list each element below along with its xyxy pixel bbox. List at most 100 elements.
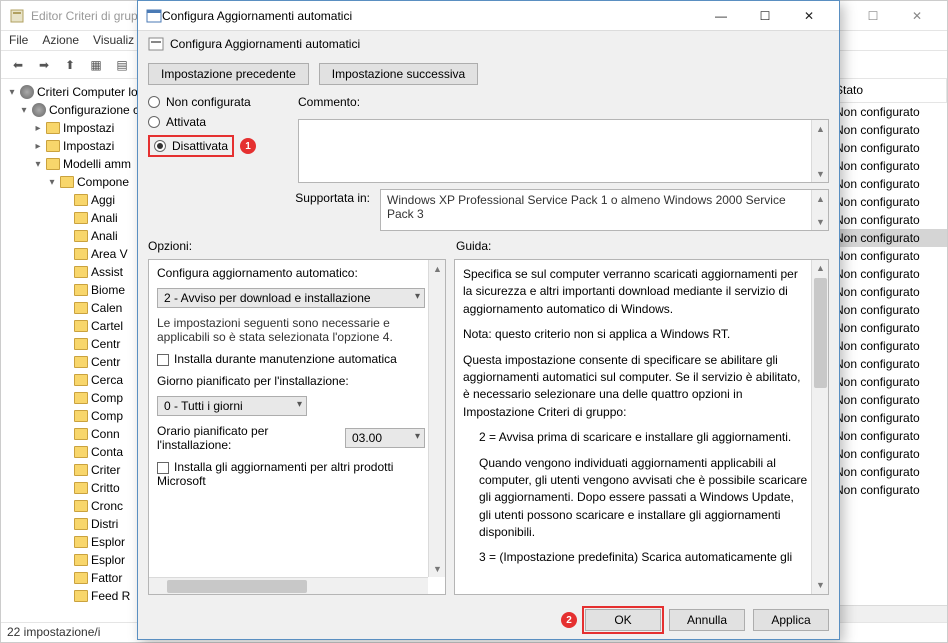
state-cell[interactable]: Non configurato: [827, 175, 947, 193]
folder-icon: [74, 320, 88, 332]
tree-config-label: Configurazione c: [49, 103, 139, 117]
state-cell[interactable]: Non configurato: [827, 319, 947, 337]
tree-leaf-label: Criter: [91, 463, 120, 477]
tree-leaf-label: Cerca: [91, 373, 123, 387]
menu-view[interactable]: Visualiz: [93, 33, 134, 48]
folder-icon: [74, 518, 88, 530]
state-cell[interactable]: Non configurato: [827, 409, 947, 427]
col-state[interactable]: Stato: [827, 79, 947, 102]
state-cell[interactable]: Non configurato: [827, 373, 947, 391]
radio-label: Disattivata: [172, 139, 228, 153]
state-cell[interactable]: Non configurato: [827, 337, 947, 355]
options-hscroll[interactable]: [149, 577, 428, 594]
radio-label: Non configurata: [166, 95, 251, 109]
state-cell[interactable]: Non configurato: [827, 247, 947, 265]
scroll-down-icon[interactable]: ▼: [812, 165, 829, 182]
tree-leaf-label: Anali: [91, 229, 118, 243]
comment-textarea[interactable]: ▲▼: [298, 119, 829, 183]
checkbox-label: Installa durante manutenzione automatica: [174, 352, 397, 366]
scroll-up-icon[interactable]: ▲: [812, 190, 829, 207]
tree-root-label: Criteri Computer loc: [37, 85, 144, 99]
opt-note: Le impostazioni seguenti sono necessarie…: [157, 316, 425, 344]
scroll-down-icon[interactable]: ▼: [429, 560, 446, 577]
prev-setting-button[interactable]: Impostazione precedente: [148, 63, 309, 85]
tb-up-icon[interactable]: ⬆: [59, 54, 81, 76]
guide-p: 2 = Avvisa prima di scaricare e installa…: [463, 429, 808, 446]
opt-chk2-row[interactable]: Installa gli aggiornamenti per altri pro…: [157, 460, 425, 488]
scroll-down-icon[interactable]: ▼: [812, 577, 829, 594]
vscroll[interactable]: ▲▼: [811, 190, 828, 230]
vscroll[interactable]: ▲▼: [811, 260, 828, 594]
tb-list-icon[interactable]: ▤: [111, 54, 133, 76]
state-cell[interactable]: Non configurato: [827, 157, 947, 175]
hscroll-thumb[interactable]: [167, 580, 307, 593]
state-cell[interactable]: Non configurato: [827, 121, 947, 139]
guide-p: Specifica se sul computer verranno scari…: [463, 266, 808, 318]
supported-label: Supportata in:: [148, 189, 370, 205]
state-cell[interactable]: Non configurato: [827, 265, 947, 283]
state-cell[interactable]: Non configurato: [827, 139, 947, 157]
state-cell[interactable]: Non configurato: [827, 229, 947, 247]
dlg-min-button[interactable]: —: [699, 2, 743, 30]
folder-icon: [74, 572, 88, 584]
vscroll-thumb[interactable]: [814, 278, 827, 388]
guide-label: Guida:: [456, 239, 829, 253]
state-cell[interactable]: Non configurato: [827, 445, 947, 463]
dlg-close-button[interactable]: ✕: [787, 2, 831, 30]
tree-leaf-label: Feed R: [91, 589, 130, 603]
next-setting-button[interactable]: Impostazione successiva: [319, 63, 478, 85]
folder-icon: [74, 356, 88, 368]
cancel-button[interactable]: Annulla: [669, 609, 745, 631]
state-cell[interactable]: Non configurato: [827, 283, 947, 301]
tree-leaf-label: Cronc: [91, 499, 123, 513]
opt-chk1-row[interactable]: Installa durante manutenzione automatica: [157, 352, 425, 366]
state-cell[interactable]: Non configurato: [827, 103, 947, 121]
main-close-button[interactable]: ✕: [895, 2, 939, 30]
scroll-down-icon[interactable]: ▼: [812, 213, 829, 230]
opt-day-select[interactable]: 0 - Tutti i giorni: [157, 396, 307, 416]
state-cell[interactable]: Non configurato: [827, 193, 947, 211]
menu-action[interactable]: Azione: [42, 33, 79, 48]
tree-item-label: Impostazi: [63, 139, 114, 153]
radio-disabled[interactable]: Disattivata: [154, 139, 228, 153]
tree-leaf-label: Cartel: [91, 319, 123, 333]
state-cell[interactable]: Non configurato: [827, 463, 947, 481]
scroll-up-icon[interactable]: ▲: [812, 120, 829, 137]
guide-p: 3 = (Impostazione predefinita) Scarica a…: [463, 549, 808, 566]
policy-icon: [20, 85, 34, 99]
state-cell[interactable]: Non configurato: [827, 427, 947, 445]
dlg-window-buttons: — ☐ ✕: [699, 2, 831, 30]
state-cell[interactable]: Non configurato: [827, 391, 947, 409]
guide-pane: Specifica se sul computer verranno scari…: [454, 259, 829, 595]
pane-labels: Opzioni: Guida:: [138, 239, 839, 253]
select-value: 2 - Avviso per download e installazione: [164, 291, 371, 305]
checkbox-icon: [157, 462, 169, 474]
tb-back-icon[interactable]: ⬅: [7, 54, 29, 76]
state-cell[interactable]: Non configurato: [827, 301, 947, 319]
vscroll[interactable]: ▲▼: [428, 260, 445, 577]
state-cell[interactable]: Non configurato: [827, 211, 947, 229]
apply-button[interactable]: Applica: [753, 609, 829, 631]
opt-time-select[interactable]: 03.00: [345, 428, 425, 448]
opt-time-label: Orario pianificato per l'installazione:: [157, 424, 335, 452]
vscroll[interactable]: ▲▼: [811, 120, 828, 182]
radio-icon: [154, 140, 166, 152]
main-max-button[interactable]: ☐: [851, 2, 895, 30]
ok-button[interactable]: OK: [585, 609, 661, 631]
radio-area: Non configurata Attivata Disattivata 1 C…: [138, 95, 839, 183]
menu-file[interactable]: File: [9, 33, 28, 48]
tree-leaf-label: Conn: [91, 427, 120, 441]
dlg-max-button[interactable]: ☐: [743, 2, 787, 30]
tb-props-icon[interactable]: ▦: [85, 54, 107, 76]
folder-icon: [74, 230, 88, 242]
radio-not-configured[interactable]: Non configurata: [148, 95, 278, 109]
state-cell[interactable]: Non configurato: [827, 481, 947, 499]
tb-fwd-icon[interactable]: ➡: [33, 54, 55, 76]
opt-config-select[interactable]: 2 - Avviso per download e installazione: [157, 288, 425, 308]
radio-enabled[interactable]: Attivata: [148, 115, 278, 129]
annotation-badge-2: 2: [561, 612, 577, 628]
state-cell[interactable]: Non configurato: [827, 355, 947, 373]
scroll-up-icon[interactable]: ▲: [812, 260, 829, 277]
tree-leaf-label: Centr: [91, 337, 120, 351]
scroll-up-icon[interactable]: ▲: [429, 260, 446, 277]
